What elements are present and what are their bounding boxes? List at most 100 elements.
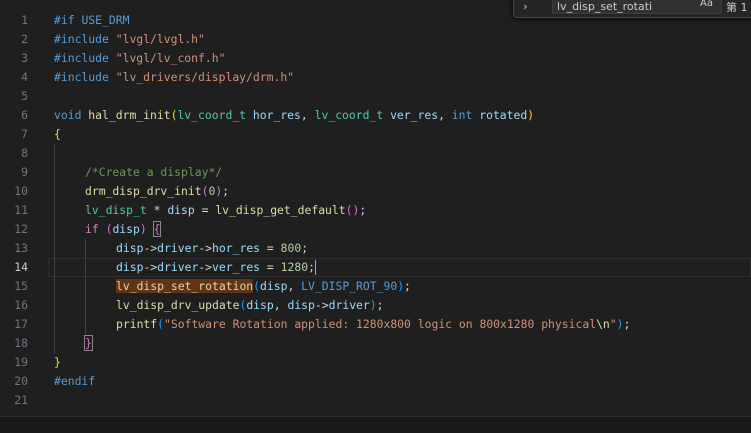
code-text: #include "lvgl/lvgl.h"	[54, 30, 205, 49]
code-token: disp	[116, 241, 144, 255]
code-token: disp	[167, 203, 195, 217]
code-token: #include	[54, 32, 116, 46]
code-line[interactable]: 5	[0, 87, 751, 106]
code-token: disp	[116, 260, 144, 274]
line-number: 3	[21, 51, 28, 65]
code-line[interactable]: 14 disp->driver->ver_res = 1280;	[0, 258, 751, 277]
text-cursor	[314, 260, 316, 275]
code-token: ;	[376, 298, 384, 312]
code-text: #if USE_DRM	[54, 11, 129, 30]
code-token: (	[253, 279, 261, 293]
code-token: printf	[116, 317, 158, 331]
code-token: lv_coord_t	[314, 108, 391, 122]
code-line[interactable]: 8	[0, 144, 751, 163]
code-token: ver_res	[390, 108, 439, 122]
code-line[interactable]: 15 lv_disp_set_rotation(disp, LV_DISP_ROT…	[0, 277, 751, 296]
code-token: *	[146, 203, 168, 217]
line-number: 16	[14, 298, 28, 312]
code-line[interactable]: 4 #include "lv_drivers/display/drm.h"	[0, 68, 751, 87]
code-line[interactable]: 6 void hal_drm_init(lv_coord_t hor_res, l…	[0, 106, 751, 125]
line-number: 15	[14, 279, 28, 293]
code-token: 800	[280, 241, 302, 255]
code-token: rotated	[479, 108, 528, 122]
line-number: 8	[21, 146, 28, 160]
bottom-panel	[0, 416, 751, 433]
code-token: ;	[222, 184, 230, 198]
code-token: {	[152, 221, 162, 237]
code-token: /*Create a display*/	[85, 165, 223, 179]
code-token: #if	[54, 13, 82, 27]
code-text: #include "lvgl/lv_conf.h"	[54, 49, 225, 68]
code-token: )	[139, 222, 154, 236]
toggle-replace-chevron-icon[interactable]: ›	[522, 0, 529, 13]
code-line[interactable]: 21	[0, 391, 751, 410]
code-token: disp	[260, 279, 288, 293]
code-line[interactable]: 18}	[0, 334, 751, 353]
code-token: (	[157, 317, 165, 331]
code-token: )	[527, 108, 535, 122]
find-result-count: 第 1 项	[726, 1, 751, 14]
code-line[interactable]: 9 /*Create a display*/	[0, 163, 751, 182]
code-token: ;	[308, 260, 315, 274]
code-text: if (disp) {	[85, 220, 162, 239]
code-line[interactable]: 19}	[0, 353, 751, 372]
code-line[interactable]: 10 drm_disp_drv_init(0);	[0, 182, 751, 201]
line-number: 6	[21, 108, 28, 122]
code-token: \n	[596, 317, 610, 331]
code-token: ,	[273, 298, 288, 312]
code-token: ()	[345, 203, 360, 217]
code-text: lv_disp_t * disp = lv_disp_get_default()…	[85, 201, 366, 220]
code-text: #endif	[54, 372, 95, 391]
line-number: 2	[21, 32, 28, 46]
code-token: )	[616, 317, 624, 331]
code-line[interactable]: 17 printf("Software Rotation applied: 128…	[0, 315, 751, 334]
code-text: drm_disp_drv_init(0);	[85, 182, 229, 201]
code-text: lv_disp_drv_update(disp, disp->driver);	[116, 296, 384, 315]
code-line[interactable]: 7{	[0, 125, 751, 144]
code-token: ->	[143, 260, 158, 274]
code-token: ,	[287, 279, 302, 293]
code-token: disp	[287, 298, 315, 312]
code-token: ,	[300, 108, 315, 122]
code-token: driver	[328, 298, 370, 312]
find-input[interactable]: lv_disp_set_rotati	[552, 0, 722, 14]
match-case-toggle[interactable]: Aa	[700, 0, 713, 9]
find-widget: › lv_disp_set_rotati Aa 第 1 项	[513, 0, 751, 18]
line-number: 13	[14, 241, 28, 255]
code-editor[interactable]: 1 #if USE_DRM 2 #include "lvgl/lvgl.h" 3 #inc…	[0, 0, 751, 416]
code-token: =	[194, 203, 216, 217]
line-number: 14	[14, 260, 28, 274]
code-token: ;	[623, 317, 631, 331]
code-line[interactable]: 12 if (disp) {	[0, 220, 751, 239]
code-line[interactable]: 11 lv_disp_t * disp = lv_disp_get_default…	[0, 201, 751, 220]
code-token: lv_disp_set_rotation	[116, 279, 254, 293]
code-line[interactable]: 2 #include "lvgl/lvgl.h"	[0, 30, 751, 49]
code-text: /*Create a display*/	[85, 163, 222, 182]
code-token: }	[54, 355, 61, 369]
line-number: 21	[14, 393, 28, 407]
code-token: 1280	[280, 260, 309, 274]
code-line[interactable]: 3 #include "lvgl/lv_conf.h"	[0, 49, 751, 68]
indent-guide	[54, 144, 55, 353]
code-token: ver_res	[212, 260, 261, 274]
line-number: 4	[21, 70, 28, 84]
code-token: driver	[157, 241, 199, 255]
code-line[interactable]: 16 lv_disp_drv_update(disp, disp->driver)…	[0, 296, 751, 315]
code-token: {	[54, 127, 61, 141]
code-line[interactable]: 20 #endif	[0, 372, 751, 391]
code-token: ;	[359, 203, 367, 217]
code-token: ;	[301, 241, 309, 255]
indent-guide	[85, 239, 86, 334]
code-token: USE_DRM	[81, 13, 130, 27]
code-token: ->	[198, 260, 213, 274]
code-line[interactable]: 13 disp->driver->hor_res = 800;	[0, 239, 751, 258]
code-token: "Software Rotation applied: 1280x800 log…	[164, 317, 597, 331]
code-token: }	[84, 335, 93, 351]
code-token: #include	[54, 70, 116, 84]
line-number: 7	[21, 127, 28, 141]
code-token: "lvgl/lv_conf.h"	[115, 51, 226, 65]
line-number: 20	[14, 374, 28, 388]
code-token: lv_disp_t	[85, 203, 147, 217]
code-token: "lv_drivers/display/drm.h"	[115, 70, 295, 84]
line-number: 18	[14, 336, 28, 350]
